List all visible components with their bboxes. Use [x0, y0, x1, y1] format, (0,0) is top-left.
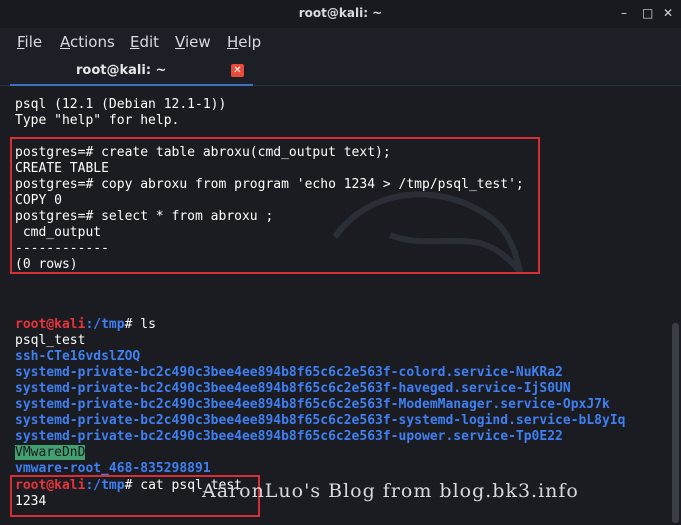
window-title: root@kali: ~ [298, 6, 383, 20]
shell-command: ls [140, 317, 156, 332]
menu-file-mnemonic: F [17, 33, 25, 51]
menu-actions-label: ctions [70, 33, 115, 51]
menu-help[interactable]: Help [227, 33, 261, 51]
menu-help-label: elp [238, 33, 262, 51]
vmware-dnd-entry: VMwareDnD [15, 445, 86, 460]
ls-entry: ssh-CTe16vdslZOQ [15, 349, 141, 364]
menu-view[interactable]: View [175, 33, 211, 51]
menu-edit[interactable]: Edit [130, 33, 159, 51]
menu-view-mnemonic: V [175, 33, 185, 51]
menu-file[interactable]: File [17, 33, 42, 51]
menu-actions-mnemonic: A [60, 33, 70, 51]
prompt-path: :/tmp [85, 317, 125, 332]
psql-highlight-box [10, 137, 540, 274]
psql-help-line: Type "help" for help. [15, 113, 180, 128]
close-icon[interactable]: ✕ [663, 6, 673, 20]
ls-entry: psql_test [15, 333, 86, 348]
tab-close-icon[interactable]: ✕ [231, 64, 244, 77]
tab-label: root@kali: ~ [76, 63, 167, 78]
ls-entry-highlighted: VMwareDnD [15, 445, 86, 461]
ls-entry: systemd-private-bc2c490c3bee4ee894b8f65c… [15, 381, 571, 396]
ls-entry: systemd-private-bc2c490c3bee4ee894b8f65c… [15, 365, 563, 380]
tab-bar: root@kali: ~ ✕ [0, 56, 681, 86]
minimize-icon[interactable]: – [621, 6, 627, 20]
menu-file-label: ile [24, 33, 43, 51]
prompt-user: root@kali [15, 317, 86, 332]
menu-view-label: iew [184, 33, 211, 51]
ls-entry: systemd-private-bc2c490c3bee4ee894b8f65c… [15, 413, 626, 428]
terminal-output[interactable]: psql (12.1 (Debian 12.1-1)) Type "help" … [0, 87, 670, 525]
psql-version-line: psql (12.1 (Debian 12.1-1)) [15, 97, 227, 112]
watermark: AaronLuo's Blog from blog.bk3.info [202, 480, 579, 502]
menu-help-mnemonic: H [227, 33, 239, 51]
prompt-hash: # [124, 317, 141, 332]
terminal-window: root@kali: ~ – □ ✕ File Actions Edit Vie… [0, 0, 681, 525]
ls-entry: systemd-private-bc2c490c3bee4ee894b8f65c… [15, 429, 563, 444]
menu-bar: File Actions Edit View Help [0, 28, 681, 56]
scrollbar[interactable] [670, 87, 681, 525]
shell-prompt-line: root@kali:/tmp# ls [15, 317, 156, 333]
menu-edit-label: dit [139, 33, 160, 51]
scrollbar-thumb[interactable] [672, 323, 679, 523]
maximize-icon[interactable]: □ [642, 6, 653, 20]
title-bar[interactable]: root@kali: ~ – □ ✕ [0, 0, 681, 28]
ls-entry: systemd-private-bc2c490c3bee4ee894b8f65c… [15, 397, 610, 412]
tab-root-kali[interactable]: root@kali: ~ ✕ [10, 56, 253, 86]
menu-actions[interactable]: Actions [60, 33, 115, 51]
